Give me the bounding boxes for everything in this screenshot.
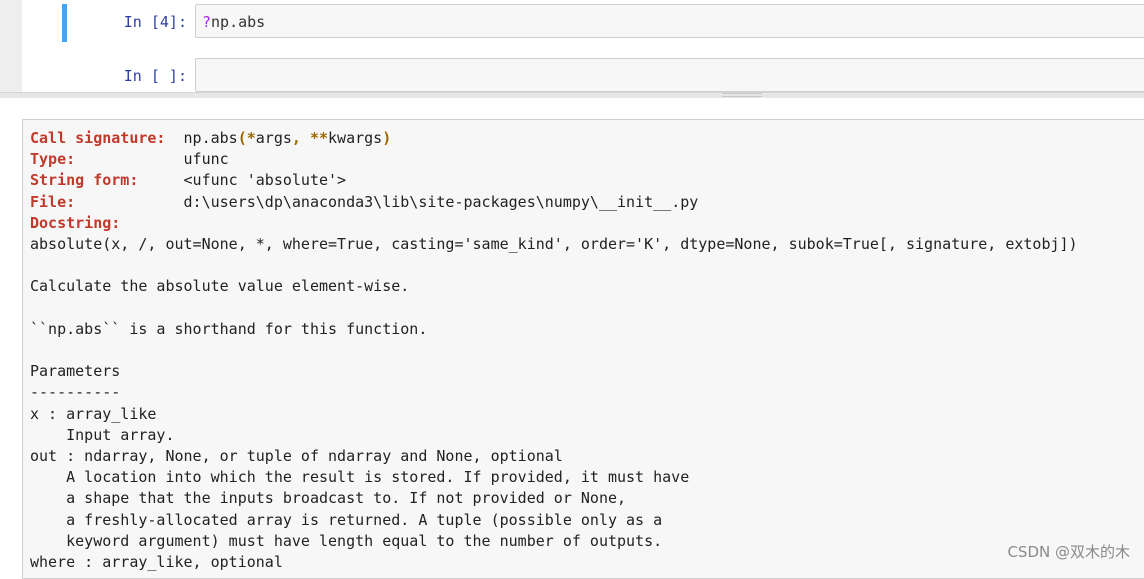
code-input[interactable]: ?np.abs [195,4,1144,38]
code-input[interactable] [195,58,1144,92]
file-label: File: [30,192,76,211]
code-expression: np.abs [211,13,266,31]
pager-divider[interactable] [0,92,1144,98]
doc-line: where : array_like, optional [30,553,283,572]
pager-content: Call signature: np.abs(*args, **kwargs) … [30,128,1078,573]
doc-line: a shape that the inputs broadcast to. If… [30,489,627,508]
sig-paren: ) [382,129,392,147]
sig-paren: ( [237,129,247,147]
sig-comma: , [291,129,310,147]
doc-line: Input array. [30,425,175,444]
doc-line: ---------- [30,383,121,402]
type-value: ufunc [183,150,229,169]
sig-args: args [255,129,292,147]
notebook-area: In [4]: ?np.abs In [ ]: [0,0,1144,92]
help-operator: ? [202,13,212,31]
doc-line: A location into which the result is stor… [30,468,690,487]
help-pager: Call signature: np.abs(*args, **kwargs) … [22,119,1144,579]
signature-label: Call signature: [30,129,166,147]
doc-line: absolute(x, /, out=None, *, where=True, … [30,235,1078,254]
type-label: Type: [30,150,76,169]
input-prompt: In [ ]: [123,67,187,85]
doc-line: a freshly-allocated array is returned. A… [30,510,663,529]
sig-kwargs: kwargs [328,129,383,147]
notebook-page: In [4]: ?np.abs In [ ]: [22,0,1144,92]
code-text: ?np.abs [202,13,265,31]
pager-resize-handle[interactable] [722,93,762,97]
sig-star: * [246,129,256,147]
file-value: d:\users\dp\anaconda3\lib\site-packages\… [183,192,699,211]
string-form-value: <ufunc 'absolute'> [183,171,347,190]
doc-line: out : ndarray, None, or tuple of ndarray… [30,447,563,466]
doc-line: Parameters [30,362,121,381]
doc-line: keyword argument) must have length equal… [30,531,663,550]
doc-line: Calculate the absolute value element-wis… [30,277,410,296]
code-cell-4[interactable]: In [4]: ?np.abs [62,4,1144,42]
code-cell-empty[interactable]: In [ ]: [62,58,1144,92]
docstring-label: Docstring: [30,213,121,232]
signature-name: np.abs [183,129,238,147]
doc-line: ``np.abs`` is a shorthand for this funct… [30,319,428,338]
string-form-label: String form: [30,171,139,190]
input-prompt: In [4]: [123,13,187,31]
doc-line: x : array_like [30,404,157,423]
watermark: CSDN @双木的木 [1007,543,1130,561]
sig-starstar: ** [309,129,329,147]
